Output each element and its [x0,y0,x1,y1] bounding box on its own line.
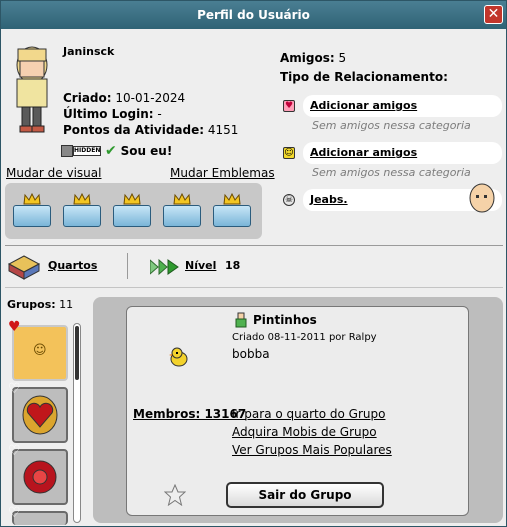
friends-count: Amigos: 5 [280,51,346,65]
username: Janinsck [63,45,115,58]
heart-outline-icon: ♡ [8,381,21,397]
crown-icon [23,193,41,205]
heart-outline-icon: ♡ [8,505,21,521]
badge-slot[interactable] [163,193,201,229]
avatar [16,46,48,133]
relationship-pill[interactable]: Adicionar amigos [303,142,502,164]
relationship-row-heart: ♥ Adicionar amigos [281,95,502,119]
groups-count: Grupos: 11 [7,298,73,311]
created-row: Criado: 10-01-2024 [63,91,185,105]
rooms-icon [7,255,41,280]
friend-link[interactable]: Jeabs. [310,193,348,206]
friend-head-icon [469,183,495,213]
level-arrows-icon [150,258,179,276]
crown-icon [173,193,191,205]
crown-icon [223,193,241,205]
friends-label: Amigos: [280,51,335,65]
groups-value: 11 [59,298,74,311]
hidden-badge-text: HIDDEN [73,146,101,156]
created-value: 10-01-2024 [115,91,186,105]
rose-badge-icon [23,460,57,494]
relationship-empty-text: Sem amigos nessa categoria [312,166,471,179]
add-friends-link[interactable]: Adicionar amigos [310,99,417,112]
group-item[interactable]: ♡ [8,443,68,505]
divider [127,253,128,279]
relationship-pill[interactable]: Adicionar amigos [303,95,502,117]
hidden-badge-icon: HIDDEN [61,143,101,159]
level-link[interactable]: Nível [185,259,216,272]
activity-value: 4151 [207,123,239,137]
level-value: 18 [225,259,241,272]
last-login-label: Último Login: [63,107,154,121]
group-members-link[interactable]: Membros: 13167 [133,407,246,421]
group-name: Pintinhos [253,313,317,327]
scrollbar-thumb[interactable] [75,326,79,380]
chick-icon [169,347,188,367]
last-login-value: - [157,107,162,121]
badge-slot[interactable] [213,193,251,229]
crown-icon [123,193,141,205]
last-login-row: Último Login: - [63,107,162,121]
group-created: Criado 08-11-2011 por Ralpy [232,332,377,343]
favorite-star-icon[interactable] [164,484,186,506]
window-title: Perfil do Usuário [197,8,310,22]
rooms-link[interactable]: Quartos [48,259,97,272]
relationship-title: Tipo de Relacionamento: [280,70,448,84]
group-owner-icon [235,312,247,328]
group-item-selected[interactable]: ♥ ☺ [8,319,68,381]
heart-outline-icon: ♡ [8,443,21,459]
sou-eu: ✔ Sou eu! [105,143,172,159]
divider [5,287,503,288]
divider [5,245,503,246]
leave-group-button[interactable]: Sair do Grupo [226,482,384,508]
group-item[interactable]: ♡ [8,381,68,443]
close-button[interactable]: ✕ [484,5,503,24]
relationship-row-skull: ☠ Jeabs. [281,183,502,213]
group-furni-link[interactable]: Adquira Mobis de Grupo [232,425,377,439]
heart-icon: ♥ [283,100,295,112]
group-room-link[interactable]: Ir para o quarto do Grupo [232,407,385,421]
skull-icon: ☠ [283,194,295,206]
relationship-row-smile: ☺ Adicionar amigos [281,142,502,166]
add-friends-link[interactable]: Adicionar amigos [310,146,417,159]
heart-icon: ♥ [8,319,21,335]
relationship-empty-text: Sem amigos nessa categoria [312,119,471,132]
groups-label: Grupos: [7,298,56,311]
check-icon: ✔ [105,143,117,159]
activity-row: Pontos da Atividade: 4151 [63,123,238,137]
badge-slot[interactable] [13,193,51,229]
change-badges-link[interactable]: Mudar Emblemas [170,166,275,180]
badge-rack [5,183,262,239]
profile-window: Perfil do Usuário ✕ Janinsck Criado: 10-… [0,0,507,527]
group-description: bobba [232,347,270,361]
chick-icon: ☺ [33,343,47,358]
window-titlebar[interactable]: Perfil do Usuário [1,1,506,29]
groups-scrollbar[interactable] [73,323,81,523]
activity-label: Pontos da Atividade: [63,123,205,137]
groups-list: ♥ ☺ ♡ ♡ ♡ [5,319,81,525]
badge-slot[interactable] [63,193,101,229]
sou-eu-label: Sou eu! [120,144,173,158]
group-popular-link[interactable]: Ver Grupos Mais Populares [232,443,392,457]
smile-icon: ☺ [283,147,295,159]
change-look-link[interactable]: Mudar de visual [6,166,101,180]
heart-badge-icon [22,395,58,435]
crown-icon [73,193,91,205]
badge-slot[interactable] [113,193,151,229]
created-label: Criado: [63,91,112,105]
group-item[interactable]: ♡ [8,505,68,525]
friends-value: 5 [338,51,347,65]
